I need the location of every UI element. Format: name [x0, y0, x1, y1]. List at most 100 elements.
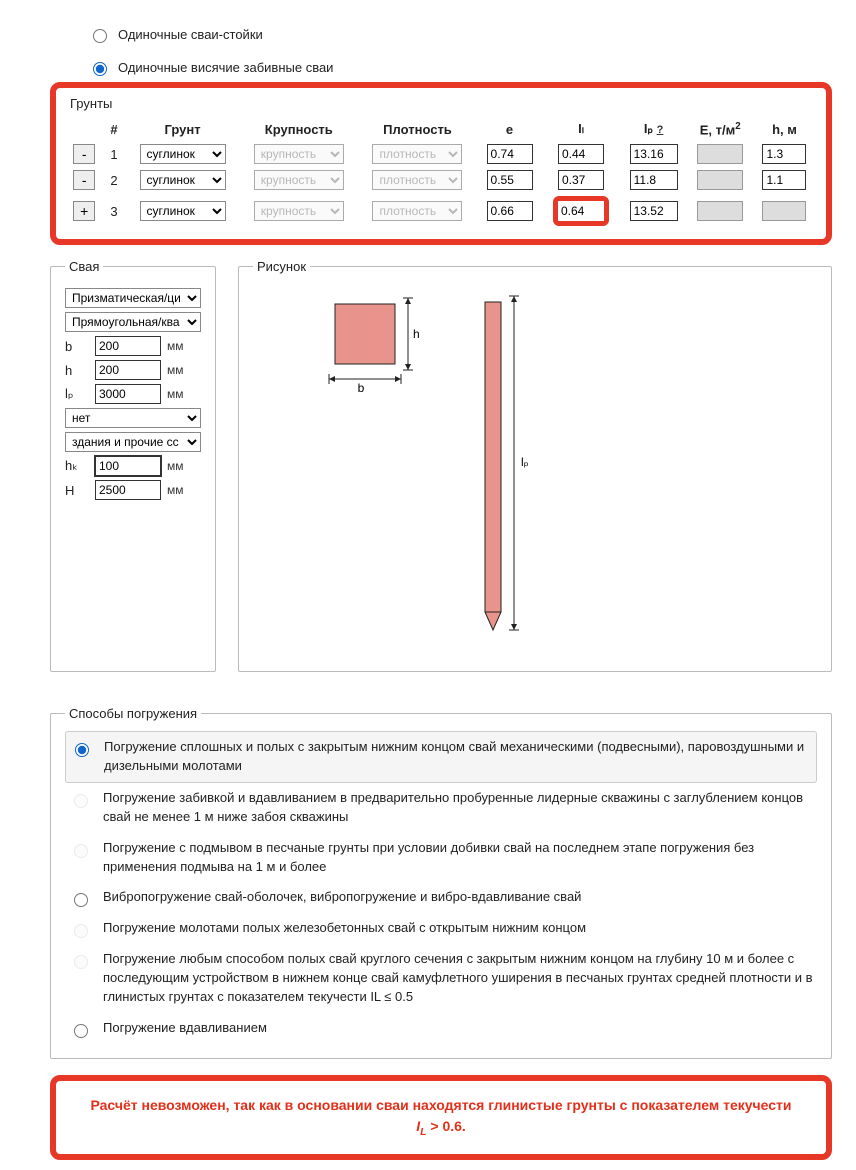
col-coarseness: Крупность	[239, 117, 358, 141]
input-b[interactable]	[95, 336, 161, 356]
soils-panel: Грунты # Грунт Крупность Плотность e Iₗ …	[50, 82, 832, 245]
unit-lp: мм	[167, 387, 184, 401]
density-select: плотность	[372, 144, 462, 164]
coarseness-select: крупность	[254, 170, 344, 190]
method-radio[interactable]	[74, 1024, 88, 1038]
col-density: Плотность	[358, 117, 477, 141]
pile-shape2-select[interactable]: Прямоугольная/ква	[65, 312, 201, 332]
methods-panel: Способы погружения Погружение сплошных и…	[50, 706, 832, 1059]
figure-panel: Рисунок b h	[238, 259, 832, 672]
col-ip: Iₚ ?	[620, 117, 688, 141]
input-hrow[interactable]	[762, 170, 806, 190]
input-e[interactable]	[487, 201, 533, 221]
pile-legend: Свая	[65, 259, 103, 274]
method-text: Вибропогружение свай-оболочек, вибропогр…	[103, 888, 813, 907]
pile-panel: Свая Призматическая/ци Прямоугольная/ква…	[50, 259, 216, 672]
lbl-lp: lₚ	[65, 386, 89, 402]
method-text: Погружение молотами полых железобетонных…	[103, 919, 813, 938]
label-single-driven-friction-piles: Одиночные висячие забивные сваи	[118, 60, 333, 75]
input-il[interactable]	[558, 201, 604, 221]
row-remove-button[interactable]: -	[73, 144, 95, 164]
input-E[interactable]	[697, 144, 743, 164]
method-text: Погружение любым способом полых свай кру…	[103, 950, 813, 1007]
method-option: Погружение с подмывом в песчаные грунты …	[65, 833, 817, 883]
input-lp[interactable]	[95, 384, 161, 404]
col-num: #	[102, 117, 125, 141]
row-num: 3	[102, 193, 125, 229]
method-radio	[74, 844, 88, 858]
col-il: Iₗ	[542, 117, 620, 141]
input-il[interactable]	[558, 144, 604, 164]
pile-opt2-select[interactable]: здания и прочие сс	[65, 432, 201, 452]
soil-select[interactable]: суглинок	[140, 170, 226, 190]
figure-legend: Рисунок	[253, 259, 310, 274]
radio-single-stand-piles[interactable]	[93, 29, 107, 43]
svg-text:h: h	[413, 327, 420, 341]
table-row: - 1 суглинок крупность плотность	[66, 141, 816, 167]
table-row: + 3 суглинок крупность плотность	[66, 193, 816, 229]
input-hrow[interactable]	[762, 201, 806, 221]
input-E[interactable]	[697, 201, 743, 221]
col-E: E, т/м2	[688, 117, 753, 141]
row-num: 1	[102, 141, 125, 167]
unit-hk: мм	[167, 459, 184, 473]
soils-table: # Грунт Крупность Плотность e Iₗ Iₚ ? E,…	[66, 117, 816, 229]
row-num: 2	[102, 167, 125, 193]
method-text: Погружение сплошных и полых с закрытым н…	[104, 738, 812, 776]
method-radio	[74, 955, 88, 969]
input-E[interactable]	[697, 170, 743, 190]
input-e[interactable]	[487, 170, 533, 190]
soil-select[interactable]: суглинок	[140, 144, 226, 164]
method-radio	[74, 794, 88, 808]
method-option: Вибропогружение свай-оболочек, вибропогр…	[65, 882, 817, 913]
col-soil: Грунт	[126, 117, 240, 141]
input-ip[interactable]	[630, 144, 678, 164]
col-e: e	[477, 117, 542, 141]
error-message: Расчёт невозможен, так как в основании с…	[50, 1075, 832, 1161]
input-il[interactable]	[558, 170, 604, 190]
density-select: плотность	[372, 170, 462, 190]
row-remove-button[interactable]: -	[73, 170, 95, 190]
ip-help-icon[interactable]: ?	[657, 124, 664, 136]
method-text: Погружение забивкой и вдавливанием в пре…	[103, 789, 813, 827]
radio-single-driven-friction-piles[interactable]	[93, 62, 107, 76]
coarseness-select: крупность	[254, 144, 344, 164]
input-e[interactable]	[487, 144, 533, 164]
method-option: Погружение молотами полых железобетонных…	[65, 913, 817, 944]
method-radio[interactable]	[74, 893, 88, 907]
unit-H: мм	[167, 483, 184, 497]
method-radio[interactable]	[75, 743, 89, 757]
lbl-h: h	[65, 363, 89, 378]
method-text: Погружение с подмывом в песчаные грунты …	[103, 839, 813, 877]
svg-text:lₚ: lₚ	[521, 455, 529, 469]
lbl-b: b	[65, 339, 89, 354]
soils-legend: Грунты	[70, 96, 816, 111]
method-option: Погружение вдавливанием	[65, 1013, 817, 1044]
coarseness-select: крупность	[254, 201, 344, 221]
pile-diagram: b h lₚ	[253, 284, 817, 654]
method-option: Погружение забивкой и вдавливанием в пре…	[65, 783, 817, 833]
input-h[interactable]	[95, 360, 161, 380]
density-select: плотность	[372, 201, 462, 221]
lbl-H: H	[65, 483, 89, 498]
lbl-hk: hₖ	[65, 458, 89, 474]
table-row: - 2 суглинок крупность плотность	[66, 167, 816, 193]
pile-shape1-select[interactable]: Призматическая/ци	[65, 288, 201, 308]
method-text: Погружение вдавливанием	[103, 1019, 813, 1038]
unit-b: мм	[167, 339, 184, 353]
input-ip[interactable]	[630, 170, 678, 190]
soil-select[interactable]: суглинок	[140, 201, 226, 221]
input-ip[interactable]	[630, 201, 678, 221]
input-H[interactable]	[95, 480, 161, 500]
svg-text:b: b	[358, 381, 365, 395]
method-radio	[74, 924, 88, 938]
input-hk[interactable]	[95, 456, 161, 476]
method-option: Погружение сплошных и полых с закрытым н…	[65, 731, 817, 783]
unit-h: мм	[167, 363, 184, 377]
pile-opt1-select[interactable]: нет	[65, 408, 201, 428]
col-h: h, м	[753, 117, 816, 141]
method-option: Погружение любым способом полых свай кру…	[65, 944, 817, 1013]
row-add-button[interactable]: +	[73, 201, 95, 221]
input-hrow[interactable]	[762, 144, 806, 164]
label-single-stand-piles: Одиночные сваи-стойки	[118, 27, 263, 42]
